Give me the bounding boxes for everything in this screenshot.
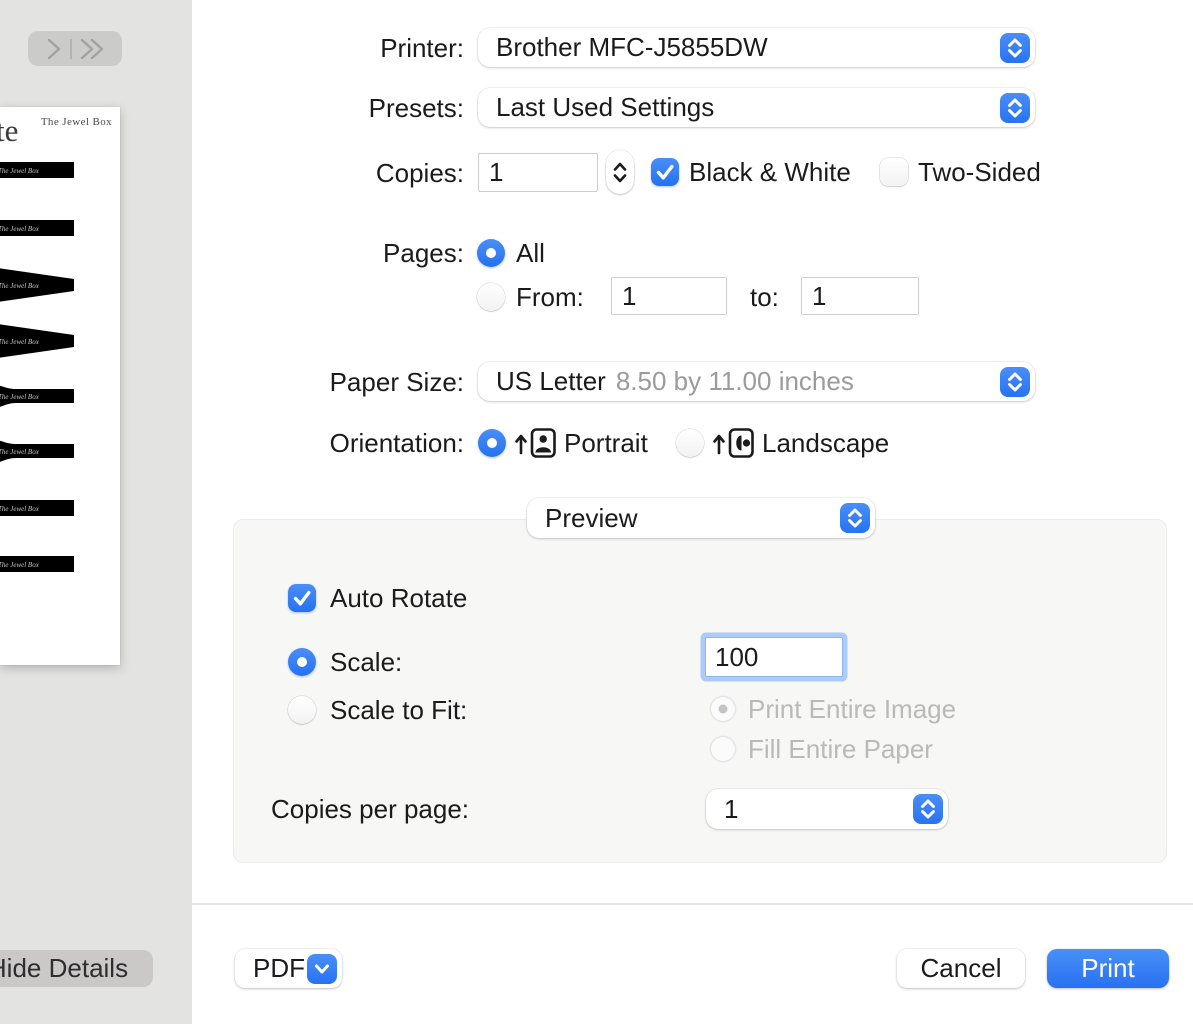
svg-text:The Jewel Box: The Jewel Box: [0, 282, 40, 290]
svg-text:The Jewel Box: The Jewel Box: [0, 338, 40, 346]
settings-pane-value: Preview: [545, 503, 637, 534]
landscape-radio[interactable]: [676, 429, 704, 457]
ring-sizer-shape: The Jewel Box: [0, 256, 76, 314]
ring-sizer-shape: The Jewel Box: [0, 535, 76, 593]
pages-label: Pages:: [192, 233, 464, 273]
double-chevron-right-icon: [80, 36, 105, 62]
up-down-chevron-icon: [840, 503, 870, 533]
copies-stepper[interactable]: [606, 150, 634, 194]
last-page-button[interactable]: [78, 36, 107, 62]
chevron-right-icon: [46, 36, 62, 62]
stepper-up-icon[interactable]: [613, 162, 627, 171]
print-settings-panel: Printer: Brother MFC-J5855DW Presets: La…: [192, 0, 1193, 1024]
svg-text:The Jewel Box: The Jewel Box: [0, 167, 40, 175]
fill-entire-paper-radio: [710, 736, 736, 762]
hide-details-button[interactable]: Hide Details: [0, 950, 153, 987]
portrait-radio[interactable]: [478, 429, 506, 457]
pages-all-label: All: [516, 233, 545, 273]
fill-entire-paper-label: Fill Entire Paper: [748, 729, 933, 769]
pages-to-input[interactable]: [801, 277, 919, 315]
portrait-orientation-icon: [514, 426, 558, 460]
document-preview-page: te The Jewel Box The Jewel Box The Jewel…: [0, 107, 120, 665]
landscape-orientation-icon: [712, 426, 756, 460]
printer-select[interactable]: Brother MFC-J5855DW: [478, 28, 1035, 67]
up-down-chevron-icon: [1000, 33, 1030, 63]
check-icon: [288, 584, 316, 612]
ring-sizer-shape: The Jewel Box: [0, 312, 76, 370]
scale-to-fit-radio[interactable]: [288, 696, 316, 724]
presets-label: Presets:: [192, 88, 464, 128]
black-white-checkbox[interactable]: [651, 158, 679, 186]
pages-to-label: to:: [750, 277, 779, 317]
copies-per-page-label: Copies per page:: [271, 789, 469, 829]
page-navigation-control: [28, 31, 122, 66]
ring-sizer-shape: The Jewel Box: [0, 141, 76, 199]
copies-per-page-value: 1: [724, 794, 738, 825]
copies-input[interactable]: [478, 153, 598, 192]
print-preview-pane: te The Jewel Box The Jewel Box The Jewel…: [0, 0, 192, 1024]
ring-sizer-shape: The Jewel Box: [0, 479, 76, 537]
settings-pane-select[interactable]: Preview: [527, 498, 875, 538]
scale-radio[interactable]: [288, 648, 316, 676]
svg-text:The Jewel Box: The Jewel Box: [0, 505, 40, 513]
paper-size-value: US Letter: [496, 366, 606, 397]
two-sided-label: Two-Sided: [918, 152, 1041, 192]
next-page-button[interactable]: [44, 36, 64, 62]
stepper-down-icon[interactable]: [613, 174, 627, 183]
print-entire-image-label: Print Entire Image: [748, 689, 956, 729]
footer-divider: [192, 903, 1193, 905]
print-button[interactable]: Print: [1047, 949, 1169, 988]
ring-sizer-shape: The Jewel Box: [0, 367, 76, 425]
nav-divider: [70, 39, 72, 59]
two-sided-checkbox[interactable]: [880, 158, 908, 186]
black-white-label: Black & White: [689, 152, 851, 192]
pages-from-label: From:: [516, 277, 584, 317]
pdf-menu-button[interactable]: PDF: [235, 949, 342, 988]
cancel-button[interactable]: Cancel: [897, 949, 1025, 988]
up-down-chevron-icon: [1000, 367, 1030, 397]
pages-all-radio[interactable]: [477, 239, 505, 267]
orientation-label: Orientation:: [192, 423, 464, 463]
scale-input[interactable]: [705, 637, 843, 677]
auto-rotate-checkbox[interactable]: [288, 584, 316, 612]
presets-select-value: Last Used Settings: [496, 92, 714, 123]
document-brand-text: The Jewel Box: [41, 116, 112, 128]
scale-label: Scale:: [330, 642, 402, 682]
pages-from-input[interactable]: [611, 277, 727, 315]
print-dialog-window: te The Jewel Box The Jewel Box The Jewel…: [0, 0, 1193, 1024]
copies-per-page-select[interactable]: 1: [706, 789, 948, 829]
auto-rotate-label: Auto Rotate: [330, 578, 467, 618]
svg-text:The Jewel Box: The Jewel Box: [0, 393, 40, 401]
pdf-button-label: PDF: [253, 953, 305, 984]
copies-label: Copies:: [192, 153, 464, 193]
svg-text:The Jewel Box: The Jewel Box: [0, 225, 40, 233]
paper-size-select[interactable]: US Letter 8.50 by 11.00 inches: [478, 362, 1035, 401]
print-entire-image-radio: [710, 696, 736, 722]
printer-label: Printer:: [192, 28, 464, 68]
pages-range-radio[interactable]: [477, 283, 505, 311]
scale-to-fit-label: Scale to Fit:: [330, 690, 467, 730]
svg-text:The Jewel Box: The Jewel Box: [0, 561, 40, 569]
paper-size-detail: 8.50 by 11.00 inches: [616, 366, 854, 397]
up-down-chevron-icon: [913, 794, 943, 824]
printer-select-value: Brother MFC-J5855DW: [496, 32, 768, 63]
landscape-label: Landscape: [762, 423, 889, 463]
up-down-chevron-icon: [1000, 93, 1030, 123]
paper-size-label: Paper Size:: [192, 362, 464, 402]
chevron-down-icon: [307, 954, 337, 984]
svg-text:The Jewel Box: The Jewel Box: [0, 448, 40, 456]
ring-sizer-shape: The Jewel Box: [0, 199, 76, 257]
portrait-label: Portrait: [564, 423, 648, 463]
ring-sizer-shape: The Jewel Box: [0, 422, 76, 480]
check-icon: [651, 158, 679, 186]
presets-select[interactable]: Last Used Settings: [478, 88, 1035, 127]
